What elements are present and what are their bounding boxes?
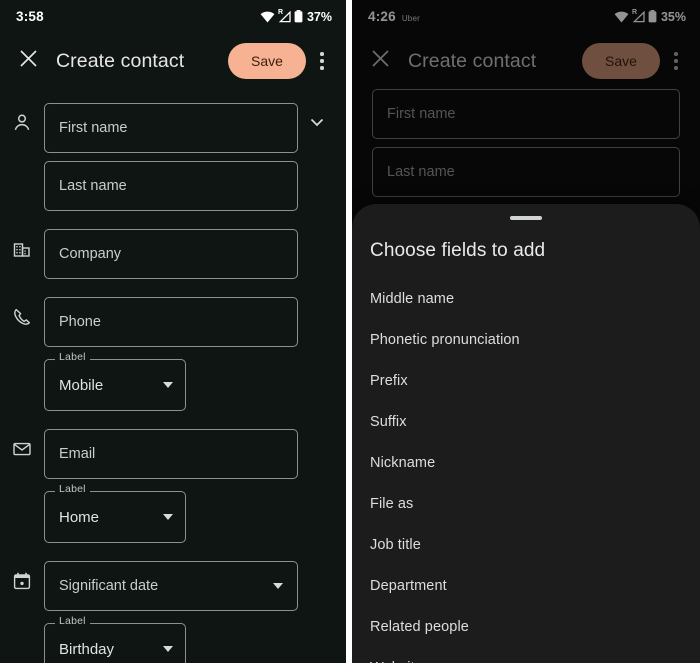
list-item[interactable]: Nickname — [370, 442, 682, 483]
form-row-phone: Phone — [0, 289, 346, 347]
wifi-icon — [260, 11, 275, 23]
overflow-menu-button[interactable] — [662, 41, 690, 81]
form-row-first-name: First name — [0, 95, 346, 153]
right-status-bar: 4:26 Uber R 35% — [352, 0, 700, 33]
building-icon — [0, 221, 44, 259]
form-row-last-name: Last name — [0, 153, 346, 211]
sheet-title: Choose fields to add — [370, 240, 546, 261]
phone-label-value: Mobile — [59, 376, 104, 394]
list-item[interactable]: Related people — [370, 606, 682, 647]
overflow-dot — [674, 59, 678, 63]
email-label-notch: Label — [55, 484, 90, 495]
last-name-input[interactable]: Last name — [44, 161, 298, 211]
left-status-clock: 3:58 — [16, 9, 44, 24]
right-status-clock: 4:26 Uber — [368, 9, 420, 24]
dropdown-arrow-icon — [163, 646, 173, 652]
phone-label-select-wrap: Label Mobile — [44, 352, 186, 411]
email-label-select[interactable]: Home — [44, 491, 186, 543]
first-name-input[interactable]: First name — [44, 103, 298, 153]
battery-percent-label: 35% — [660, 9, 686, 24]
page-title: Create contact — [408, 49, 537, 72]
dropdown-arrow-icon — [163, 514, 173, 520]
company-input[interactable]: Company — [44, 229, 298, 279]
cellular-signal-icon: R — [277, 8, 291, 23]
left-screen: 3:58 R 37% Create contact Save First nam… — [0, 0, 346, 663]
background-contact-form: First name Last name — [352, 89, 700, 197]
phone-label-notch: Label — [55, 352, 90, 363]
dropdown-arrow-icon — [163, 382, 173, 388]
choose-fields-bottom-sheet: Choose fields to add Middle name Phoneti… — [352, 204, 700, 663]
overflow-dot — [320, 66, 324, 70]
email-label-select-wrap: Label Home — [44, 484, 186, 543]
left-app-bar: Create contact Save — [0, 33, 346, 89]
calendar-icon — [0, 553, 44, 591]
left-status-bar: 3:58 R 37% — [0, 0, 346, 33]
right-screen: 4:26 Uber R 35% Create contact Save Firs… — [352, 0, 700, 663]
overflow-dot — [320, 52, 324, 56]
form-row-significant-date: Significant date — [0, 553, 346, 611]
last-name-input[interactable]: Last name — [372, 147, 680, 197]
list-item[interactable]: Prefix — [370, 360, 682, 401]
form-row-email: Email — [0, 421, 346, 479]
chevron-down-icon — [308, 113, 326, 136]
form-row-phone-label: Label Mobile — [0, 347, 346, 411]
contact-form: First name Last name Company Phone Label… — [0, 89, 346, 663]
left-status-icons: R 37% — [260, 8, 332, 24]
dropdown-arrow-icon — [273, 583, 283, 589]
roaming-indicator: R — [277, 8, 284, 16]
wifi-icon — [614, 11, 629, 23]
overflow-dot — [674, 52, 678, 56]
right-clock-time: 4:26 — [368, 9, 396, 24]
phone-label-select[interactable]: Mobile — [44, 359, 186, 411]
list-item[interactable]: Phonetic pronunciation — [370, 319, 682, 360]
right-app-bar: Create contact Save — [352, 33, 700, 89]
date-label-select[interactable]: Birthday — [44, 623, 186, 663]
overflow-menu-button[interactable] — [308, 41, 336, 81]
close-button[interactable] — [360, 41, 400, 81]
significant-date-value: Significant date — [59, 578, 159, 594]
phone-input[interactable]: Phone — [44, 297, 298, 347]
save-button[interactable]: Save — [228, 43, 306, 79]
date-label-notch: Label — [55, 616, 90, 627]
battery-icon — [648, 10, 657, 23]
list-item[interactable]: Middle name — [370, 278, 682, 319]
phone-icon — [0, 289, 44, 327]
form-row-email-label: Label Home — [0, 479, 346, 543]
active-app-chip: Uber — [401, 14, 420, 23]
close-button[interactable] — [8, 41, 48, 81]
page-title: Create contact — [56, 49, 185, 72]
email-input[interactable]: Email — [44, 429, 298, 479]
list-item[interactable]: Website — [370, 647, 682, 663]
cellular-signal-icon: R — [631, 8, 645, 23]
date-label-value: Birthday — [59, 640, 115, 658]
significant-date-select[interactable]: Significant date — [44, 561, 298, 611]
form-row-date-label: Label Birthday — [0, 611, 346, 663]
list-item[interactable]: Job title — [370, 524, 682, 565]
overflow-dot — [674, 66, 678, 70]
dual-screenshot-container: 3:58 R 37% Create contact Save First nam… — [0, 0, 700, 663]
left-clock-time: 3:58 — [16, 9, 44, 24]
date-label-select-wrap: Label Birthday — [44, 616, 186, 663]
battery-icon — [294, 10, 303, 23]
field-options-list: Middle name Phonetic pronunciation Prefi… — [352, 262, 700, 663]
close-icon — [18, 48, 39, 74]
right-status-icons: R 35% — [614, 8, 686, 24]
first-name-input[interactable]: First name — [372, 89, 680, 139]
form-row-company: Company — [0, 221, 346, 279]
battery-percent-label: 37% — [306, 9, 332, 24]
overflow-dot — [320, 59, 324, 63]
list-item[interactable]: Department — [370, 565, 682, 606]
email-label-value: Home — [59, 508, 100, 526]
person-icon — [0, 95, 44, 133]
close-icon — [370, 48, 391, 74]
mail-icon — [0, 421, 44, 459]
expand-name-button[interactable] — [298, 95, 336, 136]
list-item[interactable]: Suffix — [370, 401, 682, 442]
list-item[interactable]: File as — [370, 483, 682, 524]
roaming-indicator: R — [631, 8, 638, 16]
save-button[interactable]: Save — [582, 43, 660, 79]
